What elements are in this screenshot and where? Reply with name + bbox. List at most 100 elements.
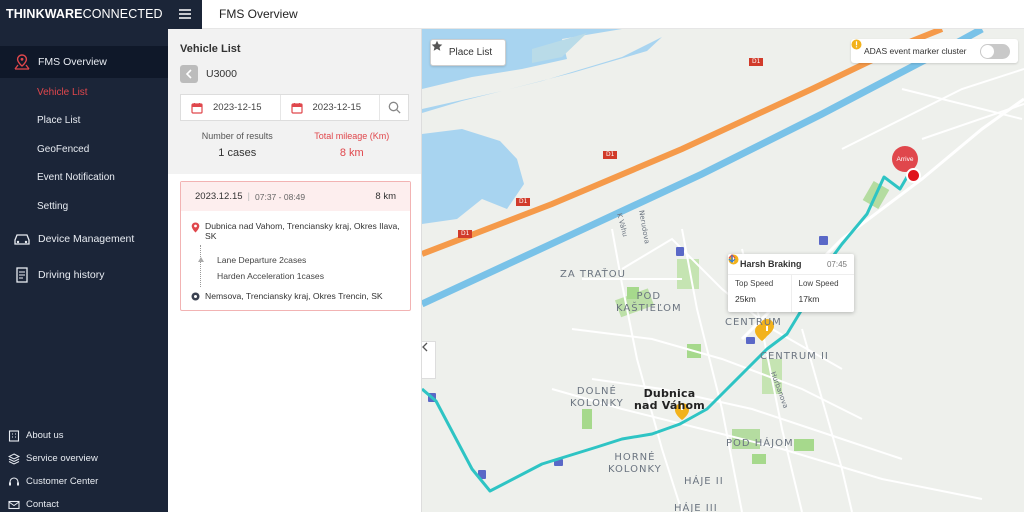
sidebar-subitem-geofenced[interactable]: GeoFenced xyxy=(0,135,168,164)
contact-link[interactable]: Contact xyxy=(0,493,168,512)
place-label-pod-hajom: POD HÁJOM xyxy=(726,438,794,449)
date-from-field[interactable]: 2023-12-15 xyxy=(181,95,281,120)
top-bar: FMS Overview xyxy=(168,0,1024,29)
mail-icon xyxy=(7,498,20,511)
layers-icon xyxy=(7,452,20,465)
trip-body: Dubnica nad Vahom, Trenciansky kraj, Okr… xyxy=(181,211,410,303)
place-label-dolne-kolonky: DOLNÉ KOLONKY xyxy=(570,386,624,409)
map-view[interactable]: D1 D1 D1 D1 K Váhu Nerudova Hurbanova ZA… xyxy=(422,29,1024,512)
date-from-value: 2023-12-15 xyxy=(213,102,262,113)
vehicle-name: U3000 xyxy=(206,68,237,80)
end-dot-icon xyxy=(191,292,205,303)
mileage-value: 8 km xyxy=(339,147,364,159)
sidebar-item-label: Device Management xyxy=(38,232,135,245)
trip-separator: | xyxy=(247,191,251,202)
vehicle-row: U3000 xyxy=(180,65,409,83)
sidebar-item-device-management[interactable]: Device Management xyxy=(0,221,168,257)
search-button[interactable] xyxy=(380,95,408,120)
page-title: FMS Overview xyxy=(219,7,298,21)
sidebar-item-driving-history[interactable]: Driving history xyxy=(0,257,168,293)
trip-event: Harden Acceleration 1cases xyxy=(217,271,325,281)
place-list-button[interactable]: Place List xyxy=(430,39,506,66)
trip-end-address: Nemsova, Trenciansky kraj, Okres Trencin… xyxy=(205,291,383,301)
trip-event: Lane Departure 2cases xyxy=(217,255,307,265)
place-label-centrum: CENTRUM xyxy=(725,317,782,328)
adas-toggle-switch[interactable] xyxy=(980,43,1010,59)
adas-cluster-control: ADAS event marker cluster xyxy=(851,39,1018,63)
trip-start-address: Dubnica nad Vahom, Trenciansky kraj, Okr… xyxy=(205,221,400,241)
date-to-field[interactable]: 2023-12-15 xyxy=(281,95,380,120)
chevron-left-icon xyxy=(185,69,192,79)
trip-card[interactable]: 2023.12.15 | 07:37 - 08:49 8 km Dubnica … xyxy=(180,181,411,311)
calendar-icon xyxy=(191,102,203,114)
chevron-left-icon xyxy=(422,342,428,352)
sidebar-item-fms-overview[interactable]: FMS Overview xyxy=(0,46,168,78)
results-count: Number of results 1 cases xyxy=(180,131,295,159)
top-speed: Top Speed 25km xyxy=(728,254,791,312)
result-stats: Number of results 1 cases Total mileage … xyxy=(180,131,409,159)
back-button[interactable] xyxy=(180,65,198,83)
contact-label: Contact xyxy=(26,499,59,510)
search-icon xyxy=(388,101,401,114)
start-pin-icon xyxy=(191,222,205,235)
results-label: Number of results xyxy=(201,131,273,141)
building-icon xyxy=(7,429,20,442)
trip-start: Dubnica nad Vahom, Trenciansky kraj, Okr… xyxy=(191,221,400,241)
arrive-label: Arrive xyxy=(896,155,914,163)
brand-bold: THINKWARE xyxy=(6,7,83,21)
mileage-label: Total mileage (Km) xyxy=(314,131,390,141)
document-icon xyxy=(12,265,32,285)
customer-center-link[interactable]: Customer Center xyxy=(0,470,168,493)
sidebar-subitem-place-list[interactable]: Place List xyxy=(0,107,168,136)
low-speed-value: 17km xyxy=(798,294,820,304)
place-label-pod-kastielom: POD KAŠTIEĽOM xyxy=(616,291,682,314)
sidebar-item-label: FMS Overview xyxy=(38,56,107,68)
low-speed-label: Low Speed xyxy=(798,279,839,288)
results-value: 1 cases xyxy=(218,147,257,159)
event-popup[interactable]: Harsh Braking 07:45 Top Speed 25km Low S… xyxy=(728,254,854,312)
vehicle-list-panel: Vehicle List U3000 2023-12-15 2023-12-15 xyxy=(168,29,422,512)
arrive-dot-icon xyxy=(906,168,921,183)
place-label-haje-ii: HÁJE II xyxy=(684,476,724,487)
place-label-centrum-ii: CENTRUM II xyxy=(760,351,829,362)
top-speed-label: Top Speed xyxy=(735,279,774,288)
sidebar-subitem-event-notification[interactable]: Event Notification xyxy=(0,164,168,193)
place-label-za-tratou: ZA TRAŤOU xyxy=(560,269,626,280)
bottom-links: About us Service overview Customer Cente… xyxy=(0,424,168,512)
trip-time: 07:37 - 08:49 xyxy=(255,191,306,202)
service-overview-link[interactable]: Service overview xyxy=(0,447,168,470)
about-us-link[interactable]: About us xyxy=(0,424,168,447)
top-speed-value: 25km xyxy=(735,294,756,304)
collapse-panel-button[interactable] xyxy=(422,341,436,379)
trip-date: 2023.12.15 xyxy=(195,191,243,202)
road-label-d1: D1 xyxy=(606,151,615,158)
map-pin-icon xyxy=(12,52,32,72)
popup-title: Harsh Braking xyxy=(740,259,802,269)
sidebar: THINKWARE CONNECTED FMS Overview Vehicle … xyxy=(0,0,168,512)
road-label-d1: D1 xyxy=(461,230,470,237)
car-icon xyxy=(12,229,32,249)
trip-header: 2023.12.15 | 07:37 - 08:49 8 km xyxy=(181,182,410,211)
route-connector xyxy=(200,245,201,287)
menu-toggle-button[interactable] xyxy=(168,0,202,29)
sidebar-subitem-vehicle-list[interactable]: Vehicle List xyxy=(0,78,168,107)
trip-distance: 8 km xyxy=(375,191,396,202)
calendar-icon xyxy=(290,102,303,114)
low-speed: Low Speed 17km xyxy=(728,255,855,312)
toggle-knob xyxy=(981,44,994,58)
brand-logo[interactable]: THINKWARE CONNECTED xyxy=(0,0,168,28)
trip-end: Nemsova, Trenciansky kraj, Okres Trencin… xyxy=(191,291,400,303)
app-window: THINKWARE CONNECTED FMS Overview Vehicle … xyxy=(0,0,1024,512)
sidebar-nav: FMS Overview Vehicle List Place List Geo… xyxy=(0,46,168,293)
total-mileage: Total mileage (Km) 8 km xyxy=(295,131,410,159)
headset-icon xyxy=(7,475,20,488)
about-us-label: About us xyxy=(26,430,64,441)
sidebar-item-label: Driving history xyxy=(38,268,105,281)
service-overview-label: Service overview xyxy=(26,453,98,464)
place-list-label: Place List xyxy=(448,47,493,58)
brand-light: CONNECTED xyxy=(82,7,163,21)
triangle-icon xyxy=(198,257,204,262)
sidebar-subitem-setting[interactable]: Setting xyxy=(0,192,168,221)
popup-header: Harsh Braking 07:45 xyxy=(728,254,854,275)
road-label-d1: D1 xyxy=(752,58,761,65)
